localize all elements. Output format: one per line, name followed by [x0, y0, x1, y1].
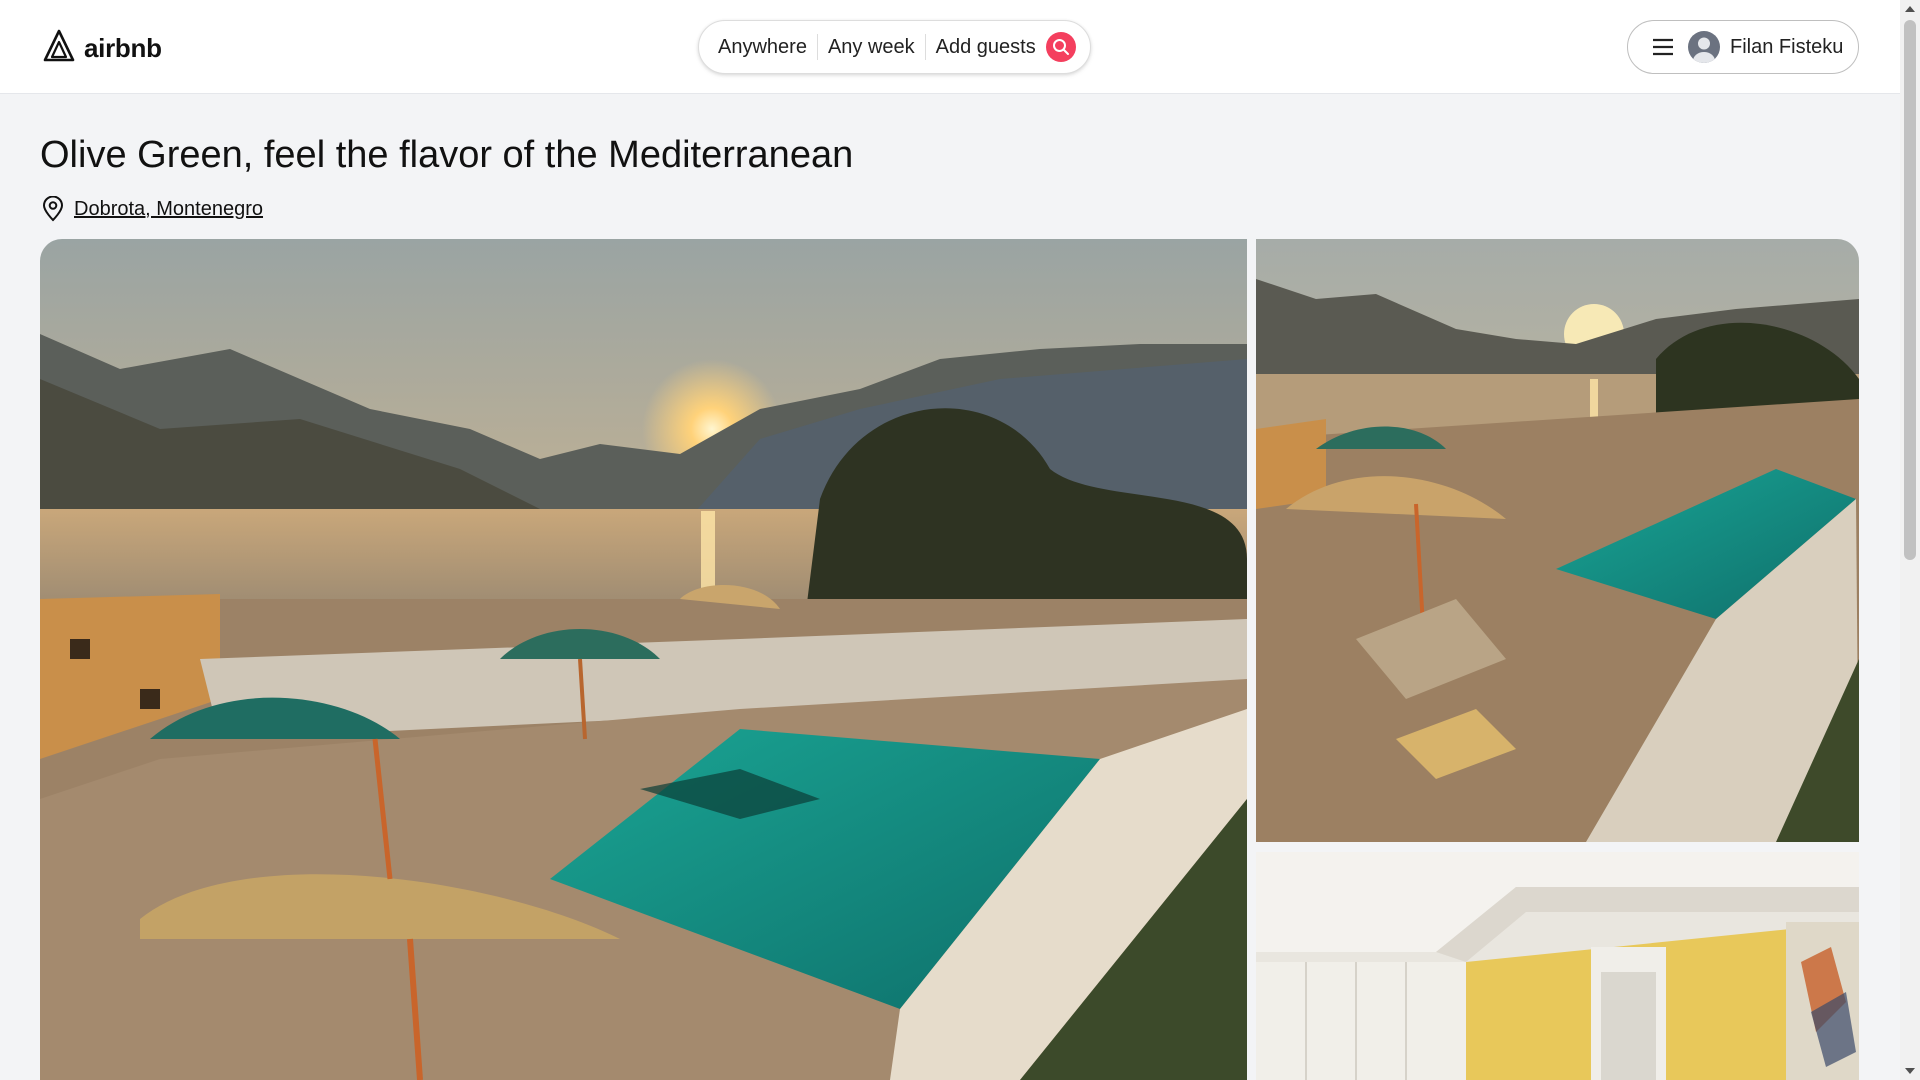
user-avatar-icon [1688, 31, 1720, 63]
location-pin-icon [42, 196, 64, 222]
scroll-up-arrow-icon[interactable] [1905, 6, 1915, 12]
top-navbar: airbnb Anywhere Any week Add guests Fila… [0, 0, 1900, 94]
listing-title: Olive Green, feel the flavor of the Medi… [40, 134, 854, 176]
hamburger-menu-icon [1653, 38, 1673, 56]
location-link[interactable]: Dobrota, Montenegro [74, 198, 263, 221]
any-week-filter[interactable]: Any week [818, 36, 925, 59]
gallery-photo-2[interactable] [1256, 852, 1859, 1080]
user-name: Filan Fisteku [1730, 35, 1844, 58]
main-photo[interactable] [40, 239, 1247, 1080]
airbnb-logo-icon [42, 28, 76, 69]
page-scrollbar[interactable] [1900, 0, 1920, 1080]
search-button[interactable] [1045, 32, 1076, 62]
search-bar[interactable]: Anywhere Any week Add guests [698, 20, 1091, 74]
add-guests-filter[interactable]: Add guests [926, 36, 1046, 59]
anywhere-filter[interactable]: Anywhere [699, 36, 817, 59]
scroll-down-arrow-icon[interactable] [1905, 1068, 1915, 1074]
gallery-photo-1[interactable] [1256, 239, 1859, 842]
listing-location: Dobrota, Montenegro [41, 196, 263, 222]
airbnb-logo[interactable]: airbnb [42, 28, 162, 69]
user-menu-button[interactable]: Filan Fisteku [1627, 20, 1859, 74]
scrollbar-thumb[interactable] [1904, 20, 1916, 560]
brand-name: airbnb [84, 33, 162, 63]
search-icon [1052, 39, 1069, 55]
